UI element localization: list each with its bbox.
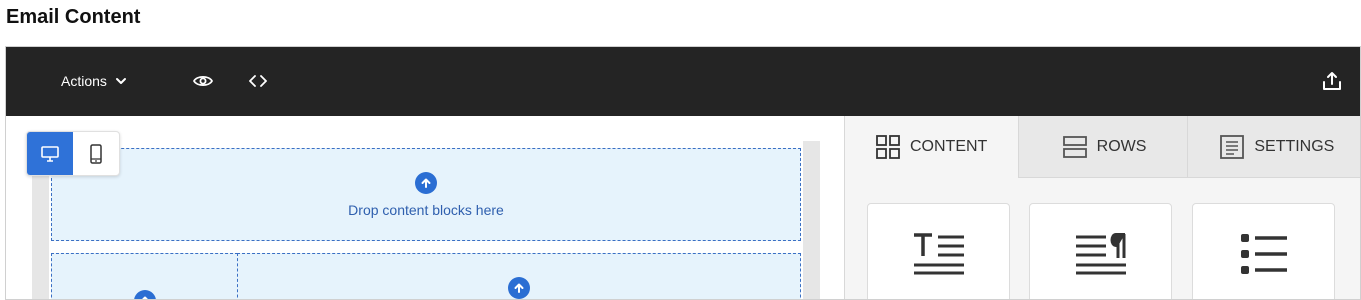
- preview-button[interactable]: [191, 69, 215, 93]
- tab-settings[interactable]: SETTINGS: [1187, 116, 1360, 178]
- tab-rows[interactable]: ROWS: [1017, 116, 1188, 178]
- editor-toolbar: Actions: [6, 47, 1360, 116]
- dropzone-label: Drop content blocks here: [348, 201, 504, 218]
- panel-tabs: CONTENT ROWS SETTINGS: [845, 116, 1360, 178]
- upload-arrow-icon: [415, 171, 437, 194]
- eye-icon: [193, 75, 213, 87]
- page-title: Email Content: [6, 6, 141, 28]
- chevron-down-icon: [115, 78, 126, 84]
- tab-content[interactable]: CONTENT: [845, 116, 1018, 178]
- title-block[interactable]: [867, 203, 1010, 299]
- title-block-icon: [913, 233, 964, 275]
- mobile-view-button[interactable]: [73, 132, 119, 175]
- paragraph-block-icon: [1075, 233, 1126, 275]
- upload-arrow-icon: [133, 290, 156, 299]
- mobile-icon: [90, 143, 102, 164]
- settings-doc-icon: [1220, 134, 1245, 159]
- upload-arrow-icon: [508, 277, 530, 299]
- code-view-button[interactable]: [246, 69, 270, 93]
- email-canvas: Drop content blocks here: [6, 116, 844, 299]
- export-icon: [1323, 72, 1341, 90]
- export-button[interactable]: [1320, 69, 1344, 93]
- tab-rows-label: ROWS: [1096, 137, 1147, 155]
- actions-menu-button[interactable]: Actions: [61, 69, 127, 93]
- email-editor: Actions Drop content blocks here CONTENT…: [5, 46, 1361, 300]
- content-panel: CONTENT ROWS SETTINGS: [844, 116, 1360, 299]
- tab-content-label: CONTENT: [910, 138, 988, 155]
- tab-settings-label: SETTINGS: [1254, 137, 1335, 155]
- rows-icon: [1062, 135, 1087, 158]
- list-block-icon: [1240, 234, 1287, 274]
- code-icon: [249, 75, 267, 87]
- dropzone-row-2-col-2[interactable]: [237, 253, 801, 299]
- dropzone-row-2-col-1[interactable]: [51, 253, 238, 299]
- dropzone-row-1[interactable]: Drop content blocks here: [51, 148, 801, 241]
- desktop-view-button[interactable]: [27, 132, 73, 175]
- grid-icon: [876, 135, 900, 159]
- paragraph-block[interactable]: [1029, 203, 1172, 299]
- actions-label: Actions: [61, 73, 107, 89]
- list-block[interactable]: [1192, 203, 1335, 299]
- device-toggle: [26, 131, 120, 176]
- desktop-icon: [41, 145, 59, 162]
